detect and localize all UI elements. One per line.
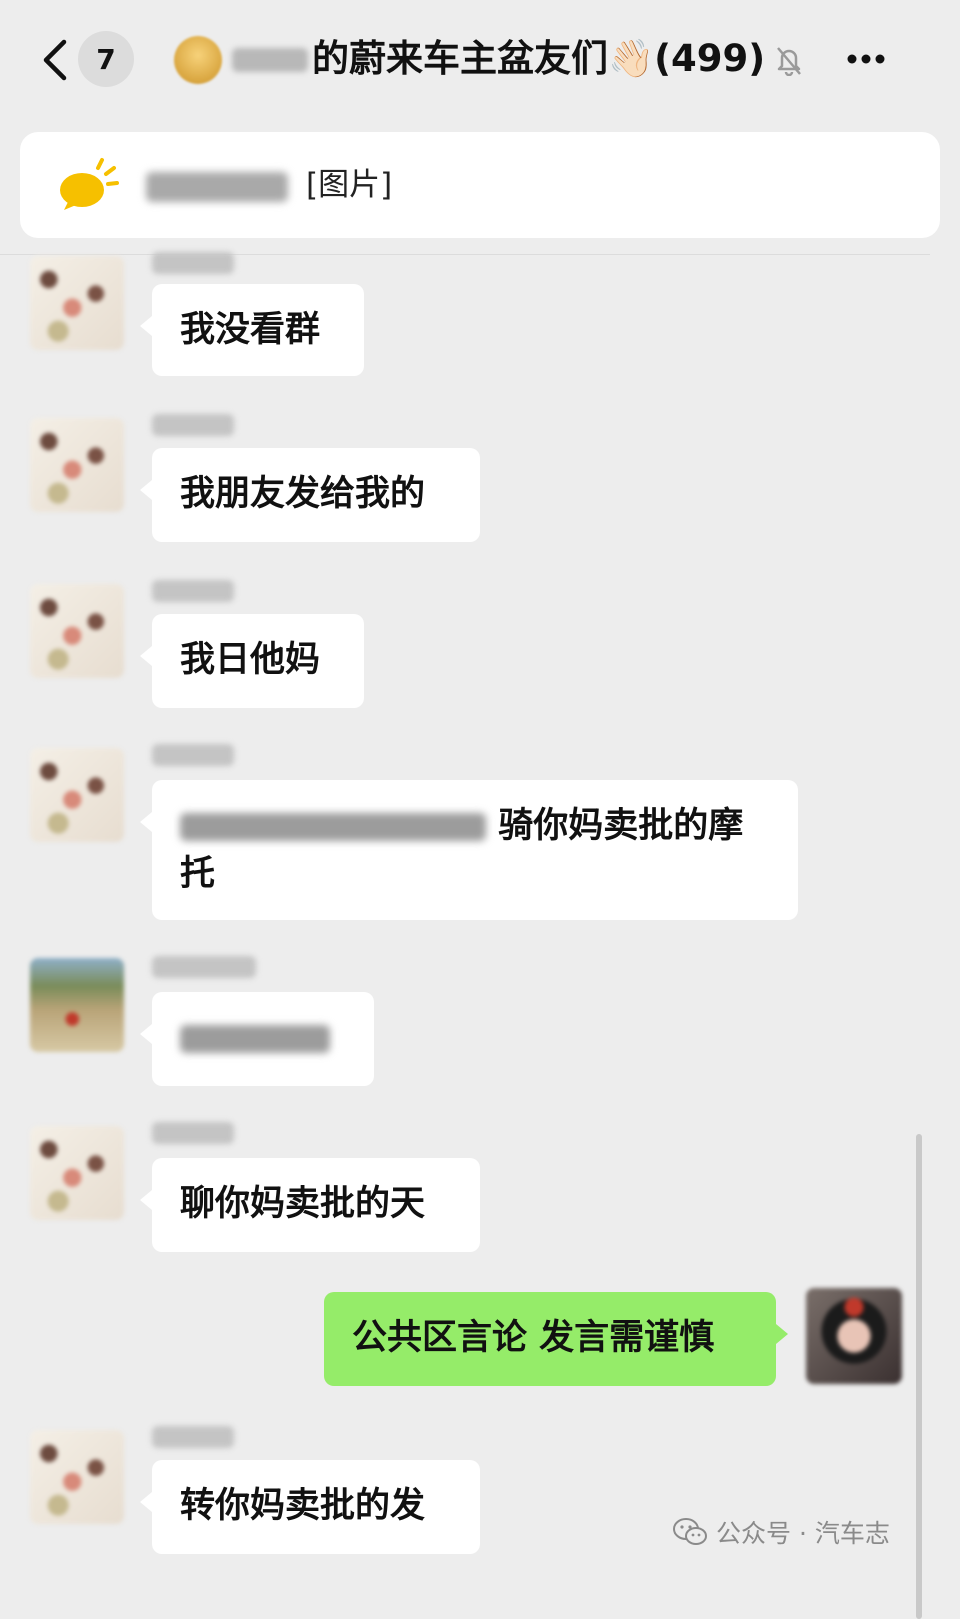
scrollbar[interactable] — [916, 1134, 922, 1619]
watermark-text: 公众号 · 汽车志 — [716, 1519, 890, 1548]
group-title[interactable]: 的蔚来车主盆友们👋🏻(499) — [312, 34, 765, 84]
avatar[interactable] — [30, 748, 124, 842]
divider — [0, 254, 930, 255]
blurred-name-prefix — [232, 48, 308, 72]
avatar[interactable] — [30, 1430, 124, 1524]
pinned-message-text: [图片] — [306, 167, 393, 203]
message-bubble[interactable]: 聊你妈卖批的天 — [140, 1158, 480, 1252]
my-message-bubble[interactable]: 公共区言论 发言需谨慎 — [324, 1292, 788, 1386]
sender-nickname — [152, 414, 234, 436]
blurred-text — [180, 813, 486, 841]
message-bubble[interactable]: 转你妈卖批的发 — [140, 1460, 480, 1554]
watermark: 公众号 · 汽车志 — [672, 1512, 890, 1552]
avatar[interactable] — [30, 1126, 124, 1220]
more-options-icon[interactable] — [846, 52, 886, 66]
unread-count-badge[interactable]: 7 — [78, 31, 134, 87]
mute-bell-icon — [777, 47, 801, 76]
pinned-message-banner[interactable]: [图片] — [20, 132, 940, 238]
sun-chat-icon — [60, 158, 119, 210]
message-bubble[interactable]: 我日他妈 — [140, 614, 364, 708]
avatar[interactable] — [30, 418, 124, 512]
blurred-text — [180, 1025, 330, 1053]
sender-nickname — [152, 1426, 234, 1448]
sender-nickname — [152, 744, 234, 766]
back-chevron-icon[interactable] — [40, 38, 68, 82]
sender-nickname — [152, 1122, 234, 1144]
chat-header: 7 的蔚来车主盆友们👋🏻(499) — [0, 0, 960, 120]
sender-nickname — [152, 252, 234, 274]
message-bubble[interactable]: 骑你妈卖批的摩托 — [140, 780, 798, 920]
message-bubble[interactable]: 我朋友发给我的 — [140, 448, 480, 542]
message-bubble[interactable]: 我没看群 — [140, 284, 364, 376]
avatar[interactable] — [30, 256, 124, 350]
blurred-sender-name — [146, 172, 288, 202]
my-avatar[interactable] — [806, 1288, 902, 1384]
avatar[interactable] — [30, 584, 124, 678]
group-avatar — [174, 36, 222, 84]
avatar[interactable] — [30, 958, 124, 1052]
sender-nickname — [152, 580, 234, 602]
wechat-logo-icon — [673, 1518, 707, 1545]
sender-nickname — [152, 956, 256, 978]
message-bubble[interactable] — [140, 992, 374, 1086]
